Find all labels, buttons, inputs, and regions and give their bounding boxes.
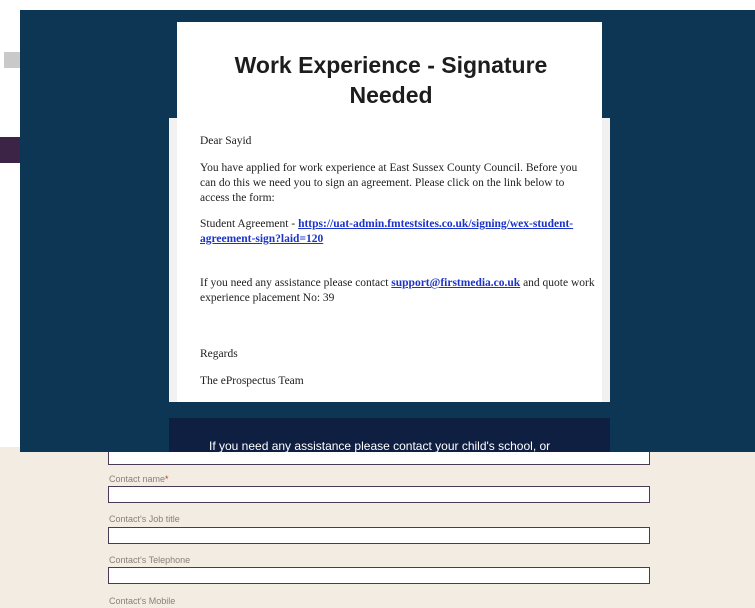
background-control-stub xyxy=(4,52,20,68)
contact-telephone-input[interactable] xyxy=(108,567,650,584)
contact-mobile-label: Contact's Mobile xyxy=(109,596,176,606)
contact-job-title-input[interactable] xyxy=(108,527,650,544)
required-marker: * xyxy=(165,474,169,484)
student-agreement-prefix: Student Agreement - xyxy=(200,218,299,230)
email-footer-text: If you need any assistance please contac… xyxy=(209,439,551,452)
assistance-line: If you need any assistance please contac… xyxy=(200,276,595,306)
background-nav-stub xyxy=(0,137,20,163)
email-signature: The eProspectus Team xyxy=(200,375,304,387)
email-paragraph: You have applied for work experience at … xyxy=(200,162,578,204)
email-header-card: Work Experience - Signature Needed xyxy=(177,22,602,130)
contact-job-title-label: Contact's Job title xyxy=(109,514,180,524)
background-page-strip xyxy=(0,0,20,152)
support-email-link[interactable]: support@firstmedia.co.uk xyxy=(391,277,520,289)
email-greeting: Dear Sayid xyxy=(200,135,252,147)
email-closing: Regards xyxy=(200,348,238,360)
email-title: Work Experience - Signature Needed xyxy=(234,52,548,108)
student-agreement-line: Student Agreement - https://uat-admin.fm… xyxy=(200,217,595,247)
contact-name-label: Contact name* xyxy=(109,474,169,484)
contact-telephone-label: Contact's Telephone xyxy=(109,555,191,565)
assistance-prefix: If you need any assistance please contac… xyxy=(200,277,392,289)
email-preview-overlay: Work Experience - Signature Needed Dear … xyxy=(20,10,755,452)
contact-name-input[interactable] xyxy=(108,486,650,503)
